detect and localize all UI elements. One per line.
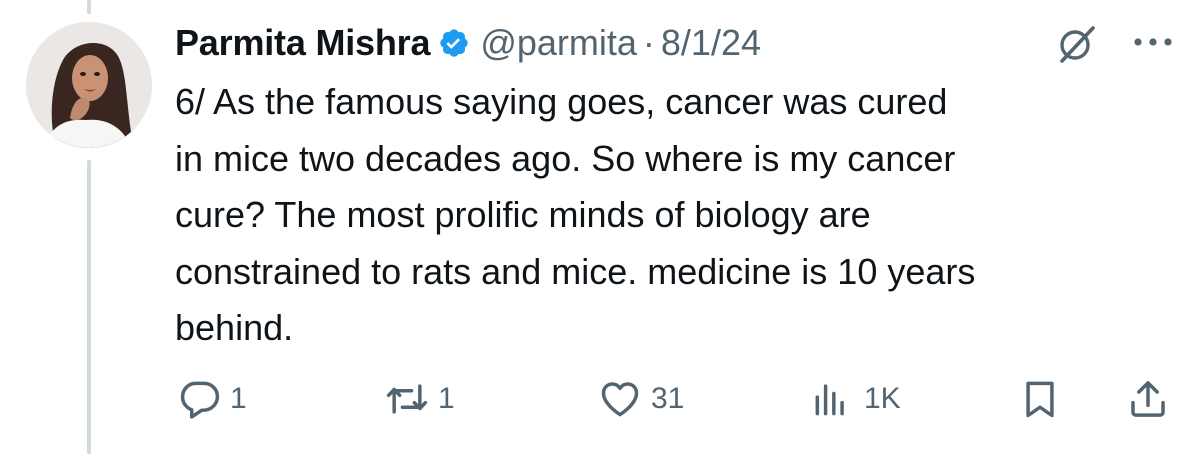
tweet-header: Parmita Mishra @parmita · 8/1/24 xyxy=(175,18,761,68)
thread-connector-top xyxy=(87,0,91,14)
author-name[interactable]: Parmita Mishra xyxy=(175,22,431,64)
reply-icon xyxy=(178,377,222,421)
author-handle[interactable]: @parmita xyxy=(480,22,637,64)
views-count: 1K xyxy=(864,382,901,415)
bookmark-button[interactable] xyxy=(1018,373,1062,425)
heart-icon xyxy=(597,377,643,421)
views-icon xyxy=(808,377,856,421)
grok-icon[interactable] xyxy=(1055,22,1099,66)
like-button[interactable]: 31 xyxy=(597,373,684,425)
repost-count: 1 xyxy=(438,382,455,415)
share-icon xyxy=(1126,377,1170,421)
tweet-text: 6/ As the famous saying goes, cancer was… xyxy=(175,81,976,348)
action-bar: 1 1 31 1K xyxy=(0,373,1200,425)
verified-badge-icon xyxy=(438,27,470,59)
reply-button[interactable]: 1 xyxy=(178,373,247,425)
repost-button[interactable]: 1 xyxy=(384,373,455,425)
tweet-date[interactable]: 8/1/24 xyxy=(661,22,761,64)
separator-dot: · xyxy=(642,22,655,63)
repost-icon xyxy=(384,377,430,421)
avatar[interactable] xyxy=(26,22,152,148)
like-count: 31 xyxy=(651,382,685,415)
avatar-image xyxy=(26,22,152,148)
views-button[interactable]: 1K xyxy=(808,373,901,425)
more-icon[interactable] xyxy=(1132,35,1174,49)
bookmark-icon xyxy=(1018,377,1062,421)
share-button[interactable] xyxy=(1126,373,1170,425)
reply-count: 1 xyxy=(230,382,247,415)
